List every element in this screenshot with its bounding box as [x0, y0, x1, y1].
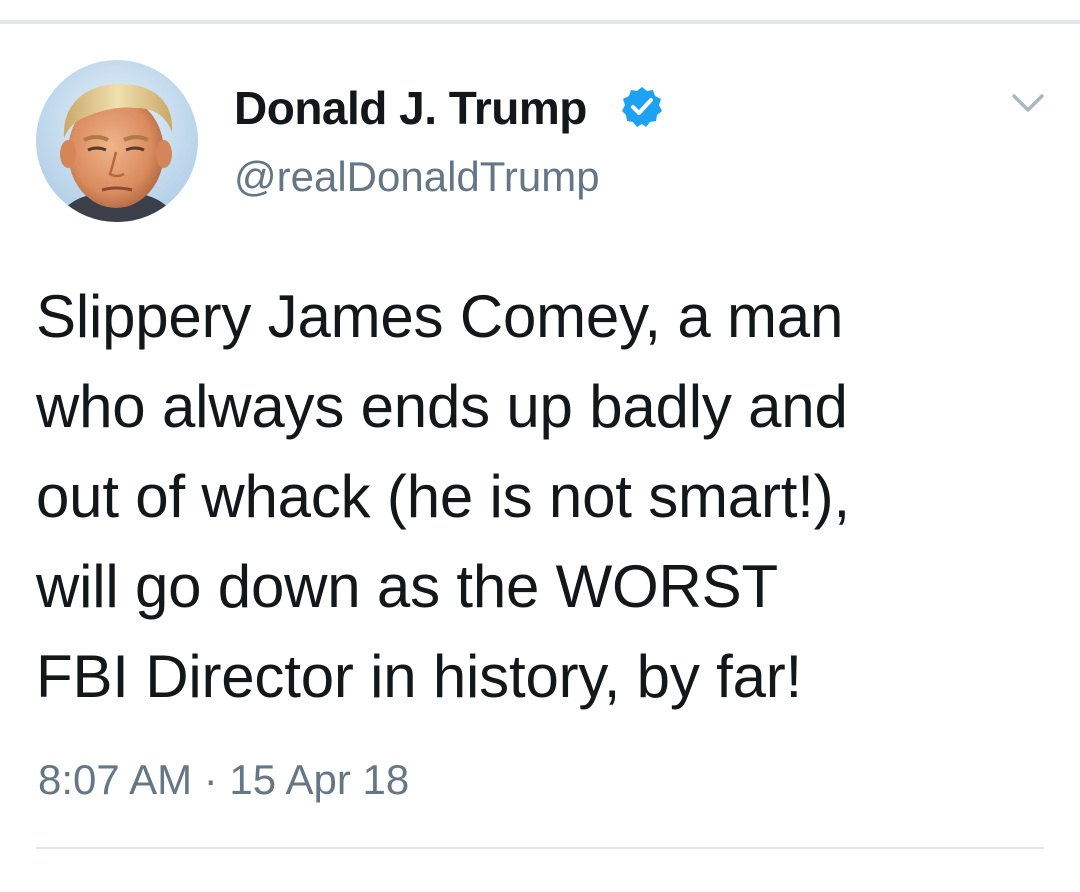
tweet-text: Slippery James Comey, a man who always e… [36, 272, 1046, 722]
tweet-text-line: will go down as the WORST [36, 553, 778, 620]
handle[interactable]: @realDonaldTrump [234, 151, 600, 203]
verified-badge-icon [622, 87, 662, 127]
tweet-text-line: out of whack (he is not smart!), [36, 463, 850, 530]
tweet-text-line: FBI Director in history, by far! [36, 643, 803, 710]
chevron-down-icon [1012, 94, 1044, 112]
timestamp[interactable]: 8:07 AM · 15 Apr 18 [38, 754, 409, 806]
bottom-divider [36, 847, 1044, 849]
status-area [0, 0, 1080, 22]
tweet-card: Donald J. Trump @realDonaldTrump Slipper… [0, 24, 1080, 892]
display-name[interactable]: Donald J. Trump [234, 80, 587, 136]
tweet-text-line: who always ends up badly and [36, 373, 848, 440]
tweet-text-line: Slippery James Comey, a man [36, 283, 844, 350]
avatar[interactable] [36, 60, 198, 222]
more-options-button[interactable] [1006, 86, 1050, 120]
profile-photo-icon [36, 60, 198, 222]
